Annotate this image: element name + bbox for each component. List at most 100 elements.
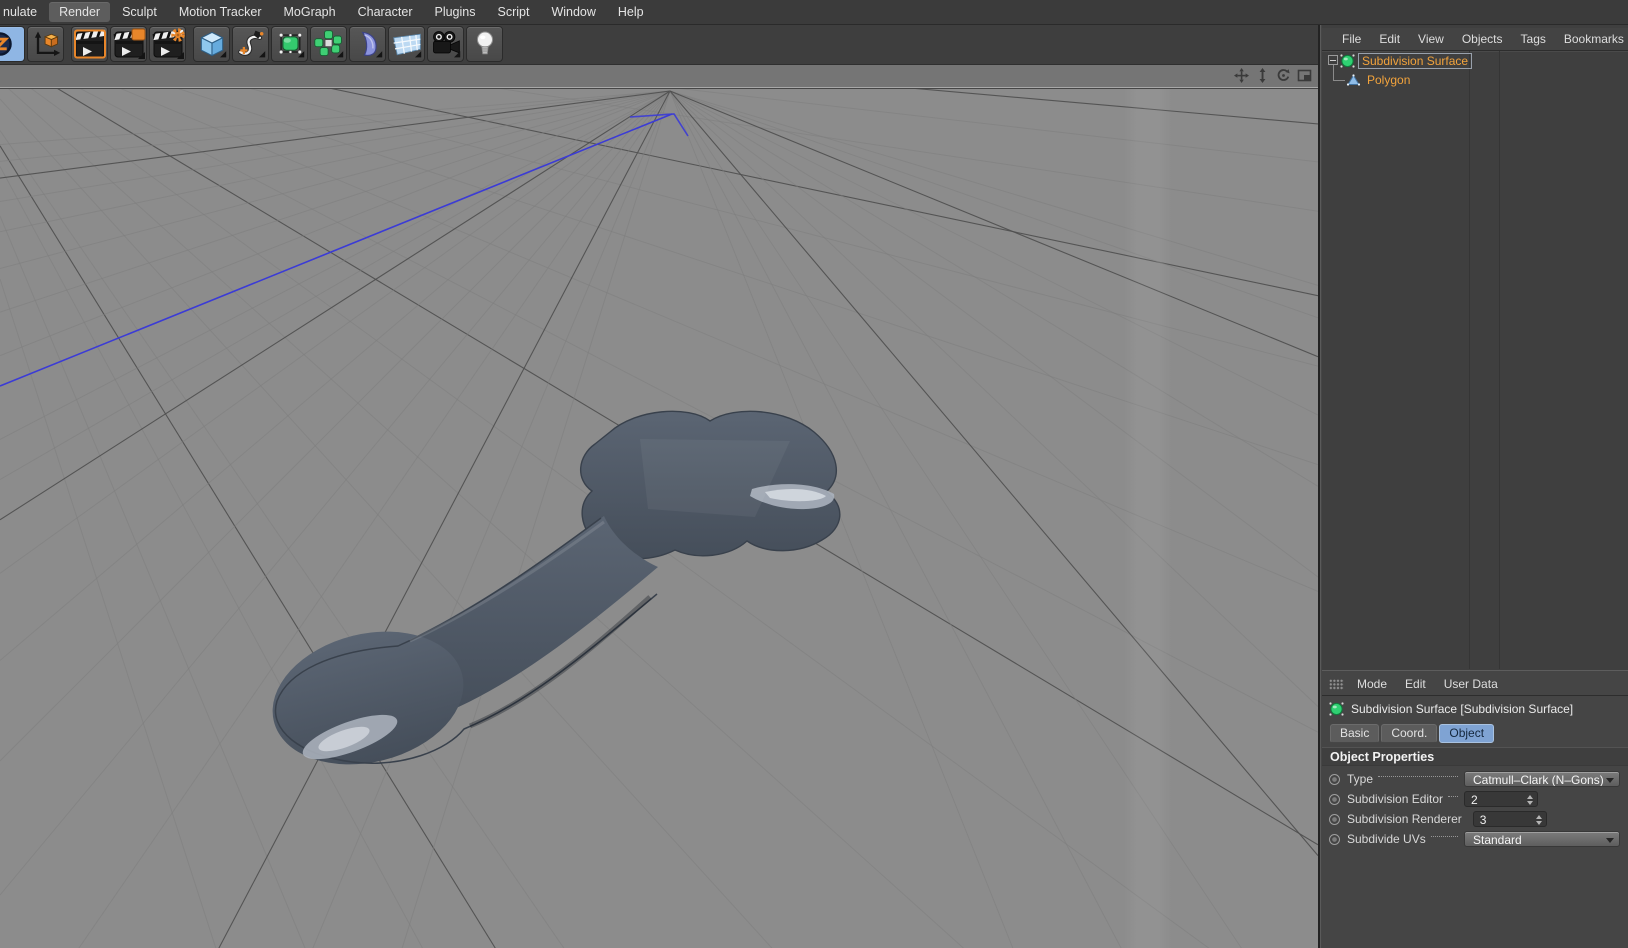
menu-mograph[interactable]: MoGraph (273, 2, 345, 22)
camera-icon (432, 31, 460, 58)
subdivision-surface-button[interactable] (271, 26, 308, 62)
viewport-3d-scene (0, 89, 1318, 948)
tree-row-polygon[interactable]: Polygon (1322, 65, 1628, 89)
column-divider[interactable] (1499, 51, 1500, 669)
right-panel: File Edit View Objects Tags Bookmarks Su… (1322, 24, 1628, 948)
render-settings-button[interactable] (149, 26, 186, 62)
om-menu-tags[interactable]: Tags (1512, 32, 1555, 46)
deformer-icon (361, 31, 382, 58)
clapperboard-gear-icon (151, 28, 185, 59)
subdivision-renderer-input[interactable]: 3 (1472, 811, 1547, 827)
clapperboard-frame-icon (73, 29, 107, 59)
collapse-toggle-icon[interactable] (1328, 55, 1338, 65)
floor-button[interactable] (388, 26, 425, 62)
dotted-leader (1378, 775, 1458, 777)
object-label[interactable]: Polygon (1364, 73, 1413, 87)
polygon-icon (1346, 74, 1361, 86)
menu-window[interactable]: Window (541, 2, 605, 22)
tree-row-subdivision-surface[interactable]: Subdivision Surface ✓ (1322, 51, 1628, 70)
grip-icon[interactable] (1329, 678, 1344, 690)
undo-icon (0, 32, 12, 56)
tab-basic[interactable]: Basic (1330, 724, 1380, 743)
object-label[interactable]: Subdivision Surface (1358, 52, 1473, 69)
toggle-view-icon[interactable] (1296, 67, 1313, 84)
orbit-icon[interactable] (1275, 67, 1292, 84)
main-toolbar (0, 24, 1318, 65)
menu-render[interactable]: Render (49, 2, 111, 22)
menu-plugins[interactable]: Plugins (424, 2, 485, 22)
floor-grid-icon (392, 33, 421, 58)
tab-coord[interactable]: Coord. (1381, 724, 1438, 743)
pen-spline-icon (237, 30, 265, 58)
array-button[interactable] (310, 26, 347, 62)
column-divider[interactable] (1469, 51, 1470, 669)
attribute-tabs: Basic Coord. Object (1330, 724, 1495, 743)
main-menubar: nulate Render Sculpt Motion Tracker MoGr… (0, 0, 1628, 25)
property-label: Type (1347, 772, 1374, 786)
chevron-down-icon (1606, 778, 1614, 783)
cube-icon (200, 31, 226, 58)
object-tree: Subdivision Surface ✓ (1322, 51, 1628, 669)
property-row-subdivide-uvs: Subdivide UVs Standard (1322, 829, 1628, 849)
pan-icon[interactable] (1233, 67, 1250, 84)
am-menu-user-data[interactable]: User Data (1435, 677, 1507, 691)
render-view-button[interactable] (71, 26, 108, 62)
keyframe-ring-icon[interactable] (1329, 833, 1340, 845)
keyframe-ring-icon[interactable] (1329, 813, 1340, 825)
property-row-subdivision-renderer: Subdivision Renderer 3 (1322, 809, 1628, 829)
menu-sculpt[interactable]: Sculpt (112, 2, 167, 22)
subdivide-uvs-dropdown[interactable]: Standard (1464, 831, 1620, 847)
dolly-icon[interactable] (1254, 67, 1271, 84)
dotted-leader (1430, 835, 1458, 837)
stepper-arrows-icon[interactable] (1527, 795, 1533, 805)
attribute-manager-menubar: Mode Edit User Data (1322, 673, 1628, 696)
panel-divider[interactable] (1318, 24, 1321, 948)
object-manager-menubar: File Edit View Objects Tags Bookmarks (1322, 28, 1628, 51)
add-primitive-button[interactable] (193, 26, 230, 62)
camera-button[interactable] (427, 26, 464, 62)
render-region-button[interactable] (110, 26, 147, 62)
stepper-arrows-icon[interactable] (1535, 815, 1542, 825)
undo-button[interactable] (0, 26, 25, 62)
om-menu-view[interactable]: View (1409, 32, 1453, 46)
spline-pen-button[interactable] (232, 26, 269, 62)
om-menu-file[interactable]: File (1333, 32, 1370, 46)
subdivision-editor-input[interactable]: 2 (1464, 791, 1538, 807)
subdivision-cube-icon (278, 33, 304, 58)
attribute-manager: Mode Edit User Data Subdivision Surface … (1322, 670, 1628, 948)
viewport-canvas[interactable] (0, 89, 1318, 948)
keyframe-ring-icon[interactable] (1329, 773, 1340, 785)
deformer-button[interactable] (349, 26, 386, 62)
am-menu-edit[interactable]: Edit (1396, 677, 1435, 691)
coordinates-button[interactable] (27, 26, 64, 62)
light-bulb-icon (476, 31, 493, 55)
om-menu-bookmarks[interactable]: Bookmarks (1555, 32, 1628, 46)
property-row-subdivision-editor: Subdivision Editor 2 (1322, 789, 1628, 809)
menu-simulate[interactable]: nulate (0, 2, 47, 22)
om-menu-edit[interactable]: Edit (1370, 32, 1409, 46)
dotted-leader (1448, 795, 1458, 797)
section-object-properties: Object Properties (1322, 747, 1628, 766)
property-label: Subdivide UVs (1347, 832, 1426, 846)
chevron-down-icon (1606, 838, 1614, 843)
tree-connector (1333, 65, 1345, 81)
property-label: Subdivision Editor (1347, 792, 1444, 806)
keyframe-ring-icon[interactable] (1329, 793, 1340, 805)
tab-object[interactable]: Object (1439, 724, 1495, 743)
menu-help[interactable]: Help (608, 2, 654, 22)
cinema4d-window: nulate Render Sculpt Motion Tracker MoGr… (0, 0, 1628, 948)
am-menu-mode[interactable]: Mode (1348, 677, 1396, 691)
menu-script[interactable]: Script (487, 2, 539, 22)
clapperboard-region-icon (112, 28, 146, 59)
menu-motion-tracker[interactable]: Motion Tracker (169, 2, 272, 22)
type-dropdown[interactable]: Catmull–Clark (N–Gons) (1464, 771, 1620, 787)
property-label: Subdivision Renderer (1347, 812, 1462, 826)
menu-character[interactable]: Character (348, 2, 423, 22)
axes-cube-icon (34, 31, 60, 56)
attribute-title: Subdivision Surface [Subdivision Surface… (1322, 698, 1573, 720)
attribute-title-text: Subdivision Surface [Subdivision Surface… (1351, 702, 1574, 716)
viewport-header (0, 64, 1318, 88)
light-button[interactable] (466, 26, 503, 62)
subdivision-surface-icon (1329, 701, 1344, 717)
om-menu-objects[interactable]: Objects (1453, 32, 1512, 46)
